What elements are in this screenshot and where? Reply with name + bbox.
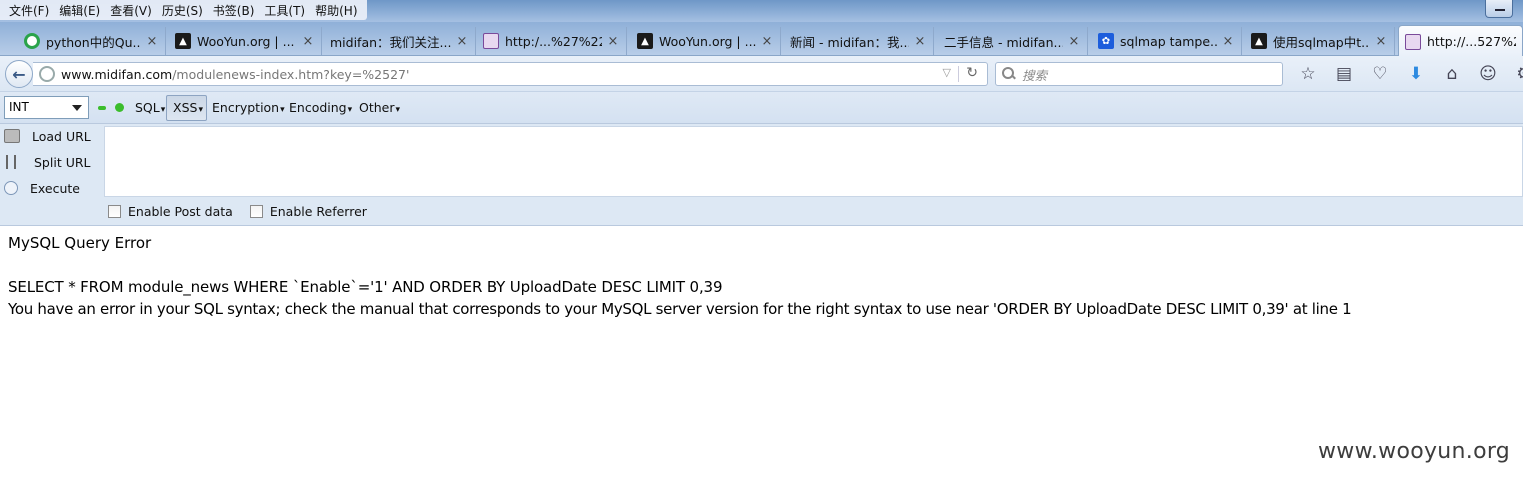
menu-view[interactable]: 查看(V) xyxy=(105,2,157,19)
reading-list-icon[interactable]: ▤ xyxy=(1326,64,1362,84)
tab-title: 二手信息 - midifan... xyxy=(944,34,1063,50)
tab-title: sqlmap tampe... xyxy=(1120,33,1217,49)
error-title: MySQL Query Error xyxy=(8,234,152,252)
tab[interactable]: 二手信息 - midifan... × xyxy=(938,27,1088,55)
tab-title: python中的Qu... xyxy=(46,34,141,50)
url-text[interactable]: www.midifan.com/modulenews-index.htm?key… xyxy=(61,67,409,82)
execute-label: Execute xyxy=(30,180,80,196)
search-placeholder: 搜索 xyxy=(1022,67,1048,83)
search-input[interactable]: 搜索 xyxy=(995,62,1283,86)
hackbar-page-icon xyxy=(483,33,499,49)
hackbar-page-icon xyxy=(1405,33,1421,50)
dropdown-arrow-icon[interactable]: ▽ xyxy=(943,66,951,79)
tab[interactable]: ▲ WooYun.org | ... × xyxy=(631,27,781,55)
hackbar-toolbar: INT SQL XSS Encryption Encoding Other xyxy=(0,92,1523,124)
error-sql-query: SELECT * FROM module_news WHERE `Enable`… xyxy=(8,278,723,296)
close-icon[interactable]: × xyxy=(1374,34,1388,49)
tab[interactable]: midifan：我们关注... × xyxy=(324,27,476,55)
split-url-label: Split URL xyxy=(34,154,91,170)
tab-title: http://...527%27 xyxy=(1427,34,1516,49)
tab-strip: python中的Qu... × ▲ WooYun.org | ... × mid… xyxy=(0,22,1523,57)
address-bar[interactable]: www.midifan.com/modulenews-index.htm?key… xyxy=(33,62,988,86)
load-url-button[interactable]: Load URL xyxy=(4,125,91,147)
watermark: www.wooyun.org xyxy=(1318,439,1511,464)
menu-file[interactable]: 文件(F) xyxy=(4,2,54,19)
toolbar-icons: ☆ ▤ ♡ ⬇ ⌂ ☺ ⚙ xyxy=(1290,62,1523,86)
menu-bookmarks[interactable]: 书签(B) xyxy=(208,2,260,19)
close-icon[interactable]: × xyxy=(301,34,315,49)
close-icon[interactable]: × xyxy=(145,34,159,49)
referrer-checkbox[interactable] xyxy=(249,205,263,218)
tab-title: 使用sqlmap中t... xyxy=(1273,34,1370,50)
bookmark-star-icon[interactable]: ☆ xyxy=(1290,64,1326,84)
globe-icon xyxy=(39,66,55,82)
close-icon[interactable]: × xyxy=(455,34,469,49)
tab-title: WooYun.org | ... xyxy=(197,33,295,49)
tab[interactable]: ▲ 使用sqlmap中t... × xyxy=(1245,27,1395,55)
tab-title: midifan：我们关注... xyxy=(330,34,451,50)
home-icon[interactable]: ⌂ xyxy=(1434,64,1470,84)
tab[interactable]: ✿ sqlmap tampe... × xyxy=(1092,27,1242,55)
back-button[interactable]: ← xyxy=(5,60,33,88)
menu-history[interactable]: 历史(S) xyxy=(157,2,208,19)
reload-icon[interactable]: ↻ xyxy=(966,65,978,81)
baidu-paw-icon: ✿ xyxy=(1098,33,1114,49)
pocket-icon[interactable]: ♡ xyxy=(1362,64,1398,84)
hackbar-options: Enable Post data Enable Referrer xyxy=(108,204,367,219)
download-icon[interactable]: ⬇ xyxy=(1398,64,1434,84)
wooyun-icon: ▲ xyxy=(637,33,653,49)
play-icon xyxy=(4,181,18,195)
tab-active[interactable]: http://...527%27 xyxy=(1398,25,1523,57)
sql-menu[interactable]: SQL xyxy=(135,100,165,115)
hackbar-url-textarea[interactable] xyxy=(104,126,1523,197)
tab[interactable]: ▲ WooYun.org | ... × xyxy=(169,27,322,55)
load-url-icon xyxy=(4,129,20,143)
increase-icon[interactable] xyxy=(115,103,124,112)
tab-title: 新闻 - midifan：我... xyxy=(790,34,909,50)
tab[interactable]: 新闻 - midifan：我... × xyxy=(784,27,934,55)
post-data-checkbox[interactable] xyxy=(108,205,121,218)
close-icon[interactable]: × xyxy=(913,34,927,49)
search-icon xyxy=(1002,67,1016,81)
type-select[interactable]: INT xyxy=(4,96,89,119)
close-icon[interactable]: × xyxy=(1221,34,1235,49)
close-icon[interactable]: × xyxy=(606,34,620,49)
menu-help[interactable]: 帮助(H) xyxy=(310,2,362,19)
scissors-icon xyxy=(6,155,16,169)
referrer-label: Enable Referrer xyxy=(269,204,367,219)
xss-menu[interactable]: XSS xyxy=(166,95,207,121)
wooyun-icon: ▲ xyxy=(1251,33,1267,49)
tab[interactable]: http:/...%27%22 × xyxy=(477,27,627,55)
tab-title: WooYun.org | ... xyxy=(659,33,756,49)
url-domain: www.midifan.com xyxy=(61,66,173,82)
arrow-left-icon: ← xyxy=(12,64,26,84)
post-data-label: Enable Post data xyxy=(128,204,233,219)
load-url-label: Load URL xyxy=(32,128,91,144)
encoding-menu[interactable]: Encoding xyxy=(289,100,352,115)
menu-tools[interactable]: 工具(T) xyxy=(259,2,310,19)
extension-icon[interactable]: ⚙ xyxy=(1506,64,1523,84)
other-menu[interactable]: Other xyxy=(359,100,400,115)
wooyun-icon: ▲ xyxy=(175,33,191,49)
error-message: You have an error in your SQL syntax; ch… xyxy=(8,300,1352,318)
window-titlebar: 文件(F) 编辑(E) 查看(V) 历史(S) 书签(B) 工具(T) 帮助(H… xyxy=(0,0,1523,22)
split-url-button[interactable]: Split URL xyxy=(4,151,91,173)
minimize-button[interactable] xyxy=(1485,0,1513,18)
encryption-menu[interactable]: Encryption xyxy=(212,100,285,115)
hackbar-panel: Load URL Split URL Execute Enable Post d… xyxy=(0,124,1523,226)
decrease-icon[interactable] xyxy=(98,106,106,110)
close-icon[interactable]: × xyxy=(760,34,774,49)
hackbar-actions: Load URL Split URL Execute xyxy=(0,124,104,198)
url-path: /modulenews-index.htm?key=%2527' xyxy=(172,66,410,82)
close-icon[interactable]: × xyxy=(1067,34,1081,49)
tab-title: http:/...%27%22 xyxy=(505,33,602,49)
chat-icon[interactable]: ☺ xyxy=(1470,64,1506,84)
menu-edit[interactable]: 编辑(E) xyxy=(54,2,105,19)
menu-bar: 文件(F) 编辑(E) 查看(V) 历史(S) 书签(B) 工具(T) 帮助(H… xyxy=(0,0,367,20)
green-circle-icon xyxy=(24,33,40,49)
url-separator xyxy=(958,66,959,82)
tab[interactable]: python中的Qu... × xyxy=(18,27,166,55)
execute-button[interactable]: Execute xyxy=(4,177,80,199)
